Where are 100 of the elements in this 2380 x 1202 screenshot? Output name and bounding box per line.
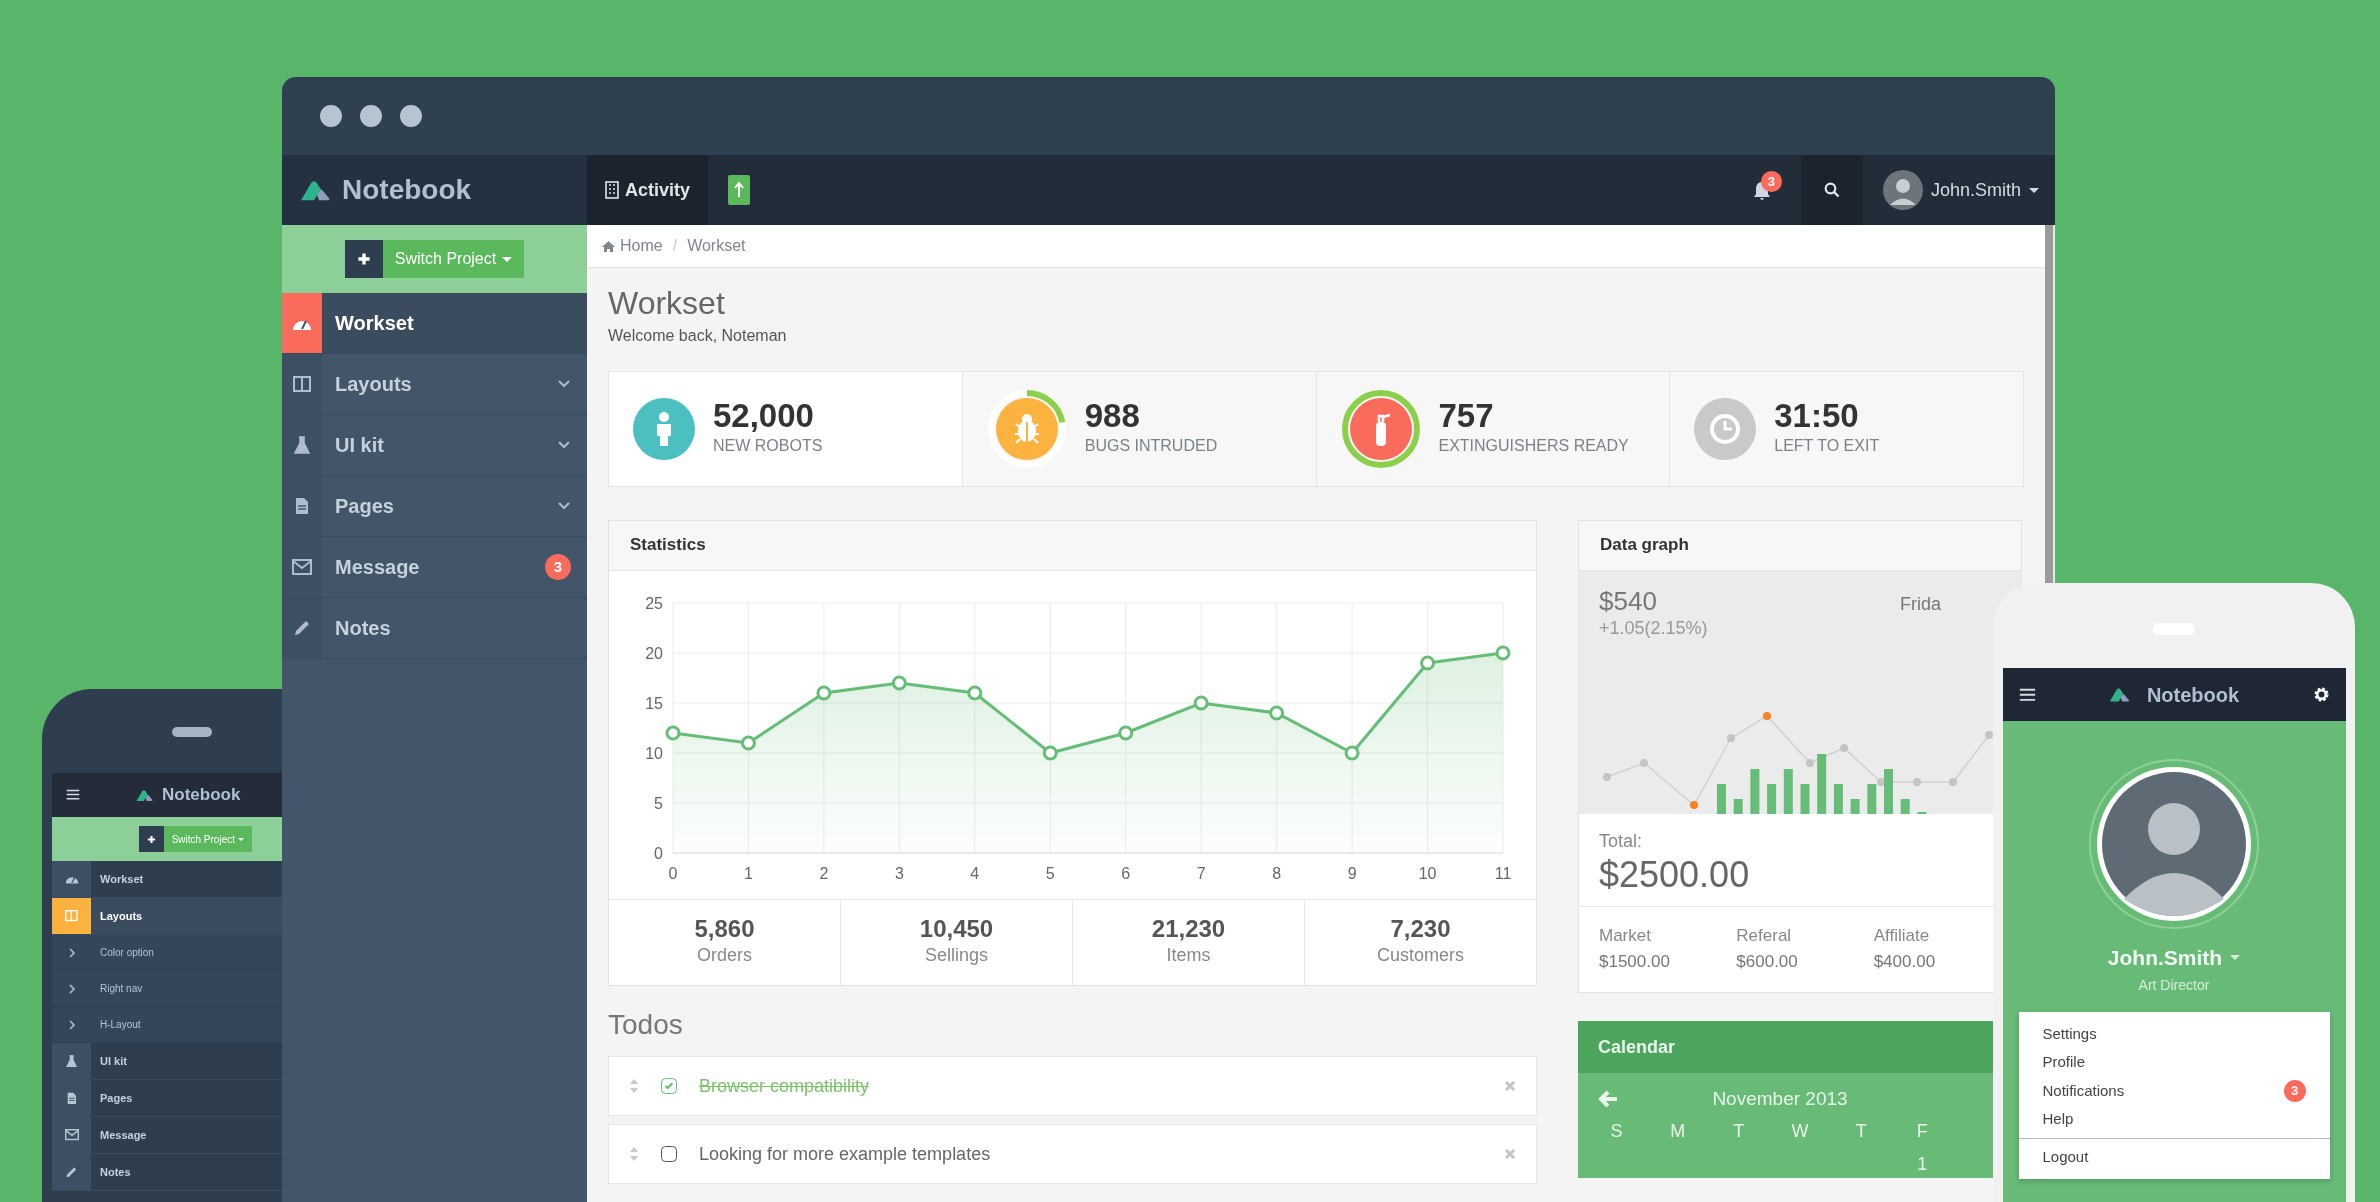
search-icon (1823, 182, 1840, 198)
sidebar-item[interactable]: Pages (282, 476, 587, 537)
sidebar-item[interactable]: Notes (282, 598, 587, 659)
bar (1800, 783, 1810, 814)
bar (1884, 768, 1893, 814)
data-point (665, 725, 680, 741)
breadcrumb-link[interactable]: Home (601, 234, 663, 259)
columns-icon (65, 910, 78, 922)
card-title: Data graph (1579, 520, 2021, 571)
count-badge: 3 (545, 554, 571, 580)
menu-item[interactable]: Help (2018, 1105, 2330, 1134)
add-button[interactable] (344, 240, 383, 278)
plus-icon (356, 252, 371, 266)
weekday-label: T (1854, 1119, 1868, 1143)
axis-label: 5 (1045, 864, 1055, 882)
envelope-icon (64, 1129, 79, 1141)
axis-label: 0 (668, 864, 677, 882)
breakdown-label: Market (1599, 925, 1652, 948)
menu-item[interactable]: Logout (2018, 1142, 2330, 1171)
day-label: Frida (1900, 592, 1941, 616)
envelope-icon (292, 559, 312, 575)
sidebar-item[interactable]: Layouts (52, 898, 282, 935)
data-point (1193, 695, 1209, 711)
logo-icon (136, 788, 154, 802)
todo-checkbox[interactable] (661, 1146, 677, 1162)
stat-value: 757 (1438, 399, 1495, 434)
axis-label: 15 (644, 694, 663, 712)
data-point (740, 735, 756, 751)
file-icon (66, 1091, 77, 1105)
breadcrumb-link[interactable]: Workset (687, 234, 746, 259)
chevron-down-icon (557, 379, 571, 389)
axis-label: 9 (1347, 864, 1357, 882)
sidebar-item[interactable]: UI kit (282, 415, 587, 476)
axis-label: 6 (1120, 864, 1130, 882)
data-point (1495, 645, 1510, 661)
total-label: Customers (1376, 944, 1465, 967)
arrow-left-icon (1598, 1090, 1618, 1109)
breakdown-label: Affiliate (1873, 925, 1931, 948)
todo-text: Browser compatibility (699, 1074, 870, 1098)
chevron-down-icon (557, 440, 571, 450)
stat-value: 31:50 (1774, 399, 1860, 434)
data-point (1640, 758, 1648, 767)
sidebar-subitem[interactable]: H-Layout (52, 1007, 282, 1043)
axis-label: 20 (644, 644, 663, 662)
data-point (1949, 777, 1957, 786)
window-control[interactable] (400, 105, 422, 127)
card-title: Statistics (609, 520, 1536, 571)
add-button[interactable] (138, 826, 164, 852)
data-point (1419, 655, 1435, 671)
sidebar-item[interactable]: Workset (282, 293, 587, 354)
section-title: Todos (608, 1008, 684, 1042)
sidebar-item[interactable]: Notes (52, 1154, 282, 1191)
sidebar-item[interactable]: Layouts (282, 354, 587, 415)
notifications-button[interactable]: 3 (1736, 155, 1787, 225)
todo-checkbox[interactable] (661, 1078, 677, 1094)
avatar-icon (1882, 170, 1923, 210)
count-badge: 3 (1760, 171, 1782, 192)
settings-icon (2312, 686, 2330, 703)
sidebar-subitem[interactable]: Right nav (52, 971, 282, 1007)
axis-label: 8 (1271, 864, 1281, 882)
sidebar-item[interactable]: UI kit (52, 1043, 282, 1080)
bar (1867, 783, 1877, 814)
caret-icon (2230, 955, 2241, 961)
sidebar-item-label: UI kit (100, 1053, 127, 1069)
breakdown-value: $400.00 (1873, 950, 1937, 973)
data-point (1042, 745, 1058, 761)
caret-icon (2029, 187, 2039, 193)
bar (1817, 753, 1827, 814)
brand-name: Notebook (342, 173, 472, 207)
sidebar-item[interactable]: Message 3 (282, 537, 587, 598)
arrow-up-icon (734, 182, 745, 198)
sidebar-item[interactable]: Message (52, 1117, 282, 1154)
pencil-icon (65, 1165, 78, 1179)
activity-tab[interactable]: Activity (587, 155, 709, 225)
bar (1717, 783, 1726, 814)
sidebar-item[interactable]: Pages (52, 1080, 282, 1117)
data-point (1840, 743, 1848, 752)
bar (1917, 811, 1927, 814)
bar (1750, 768, 1760, 814)
upload-button[interactable] (728, 175, 751, 205)
window-control[interactable] (360, 105, 382, 127)
window-control[interactable] (320, 105, 342, 127)
chevron-down-icon (557, 501, 571, 511)
total-value: $2500.00 (1599, 854, 1751, 895)
axis-label: 10 (1418, 864, 1436, 882)
user-role: Art Director (2138, 975, 2210, 995)
bar (1733, 798, 1743, 814)
axis-label: 4 (969, 864, 979, 882)
weekday-label: F (1915, 1119, 1929, 1143)
stat-value: 52,000 (713, 399, 815, 434)
user-menu[interactable]: John.Smith (1862, 170, 2055, 210)
close-icon (1504, 1080, 1516, 1092)
sidebar-item-label: Layouts (335, 372, 412, 397)
chevron-right-icon (67, 982, 76, 995)
data-point (1877, 777, 1885, 786)
sidebar-subitem[interactable]: Color option (52, 935, 282, 971)
total-label: Items (1165, 944, 1212, 967)
data-point (1603, 772, 1611, 781)
sort-handle-icon (629, 1078, 639, 1094)
menu-item[interactable]: Notifications 3 (2018, 1076, 2330, 1105)
